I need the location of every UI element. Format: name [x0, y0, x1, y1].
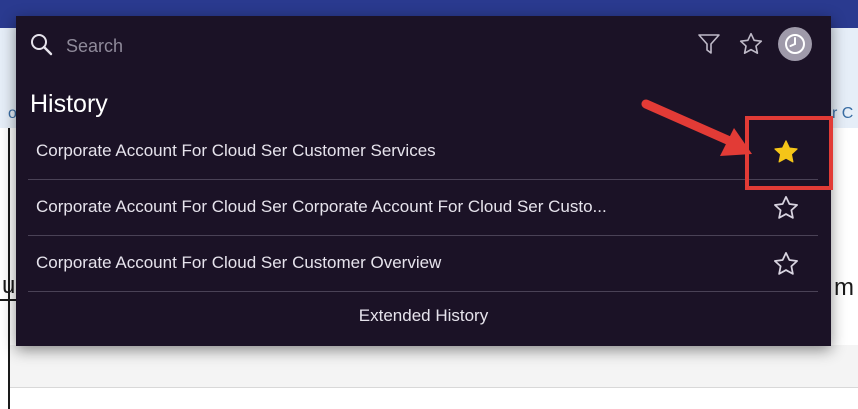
annotation-highlight-box: [745, 116, 833, 190]
search-bar: [16, 16, 831, 74]
history-title: History: [30, 90, 108, 118]
clock-icon[interactable]: [778, 27, 812, 61]
star-outline-icon[interactable]: [772, 250, 800, 278]
star-outline-icon[interactable]: [772, 194, 800, 222]
background-text-right: r C: [832, 105, 854, 122]
history-item[interactable]: Corporate Account For Cloud Ser Corporat…: [28, 180, 818, 236]
star-outline-icon[interactable]: [736, 29, 766, 59]
background-heading-right: m: [834, 274, 854, 301]
background-divider: [10, 387, 858, 388]
row-divider: [28, 291, 818, 292]
funnel-icon[interactable]: [694, 29, 724, 59]
search-icon: [31, 34, 53, 56]
history-item-label: Corporate Account For Cloud Ser Corporat…: [36, 197, 607, 216]
history-item[interactable]: Corporate Account For Cloud Ser Customer…: [28, 236, 818, 292]
history-item-label: Corporate Account For Cloud Ser Customer…: [36, 253, 442, 272]
background-row: [10, 345, 858, 387]
annotation-arrow-icon: [641, 99, 752, 156]
history-dropdown-panel: History Corporate Account For Cloud Ser …: [16, 16, 831, 346]
search-input[interactable]: [66, 33, 626, 59]
extended-history-link[interactable]: Extended History: [16, 306, 831, 326]
